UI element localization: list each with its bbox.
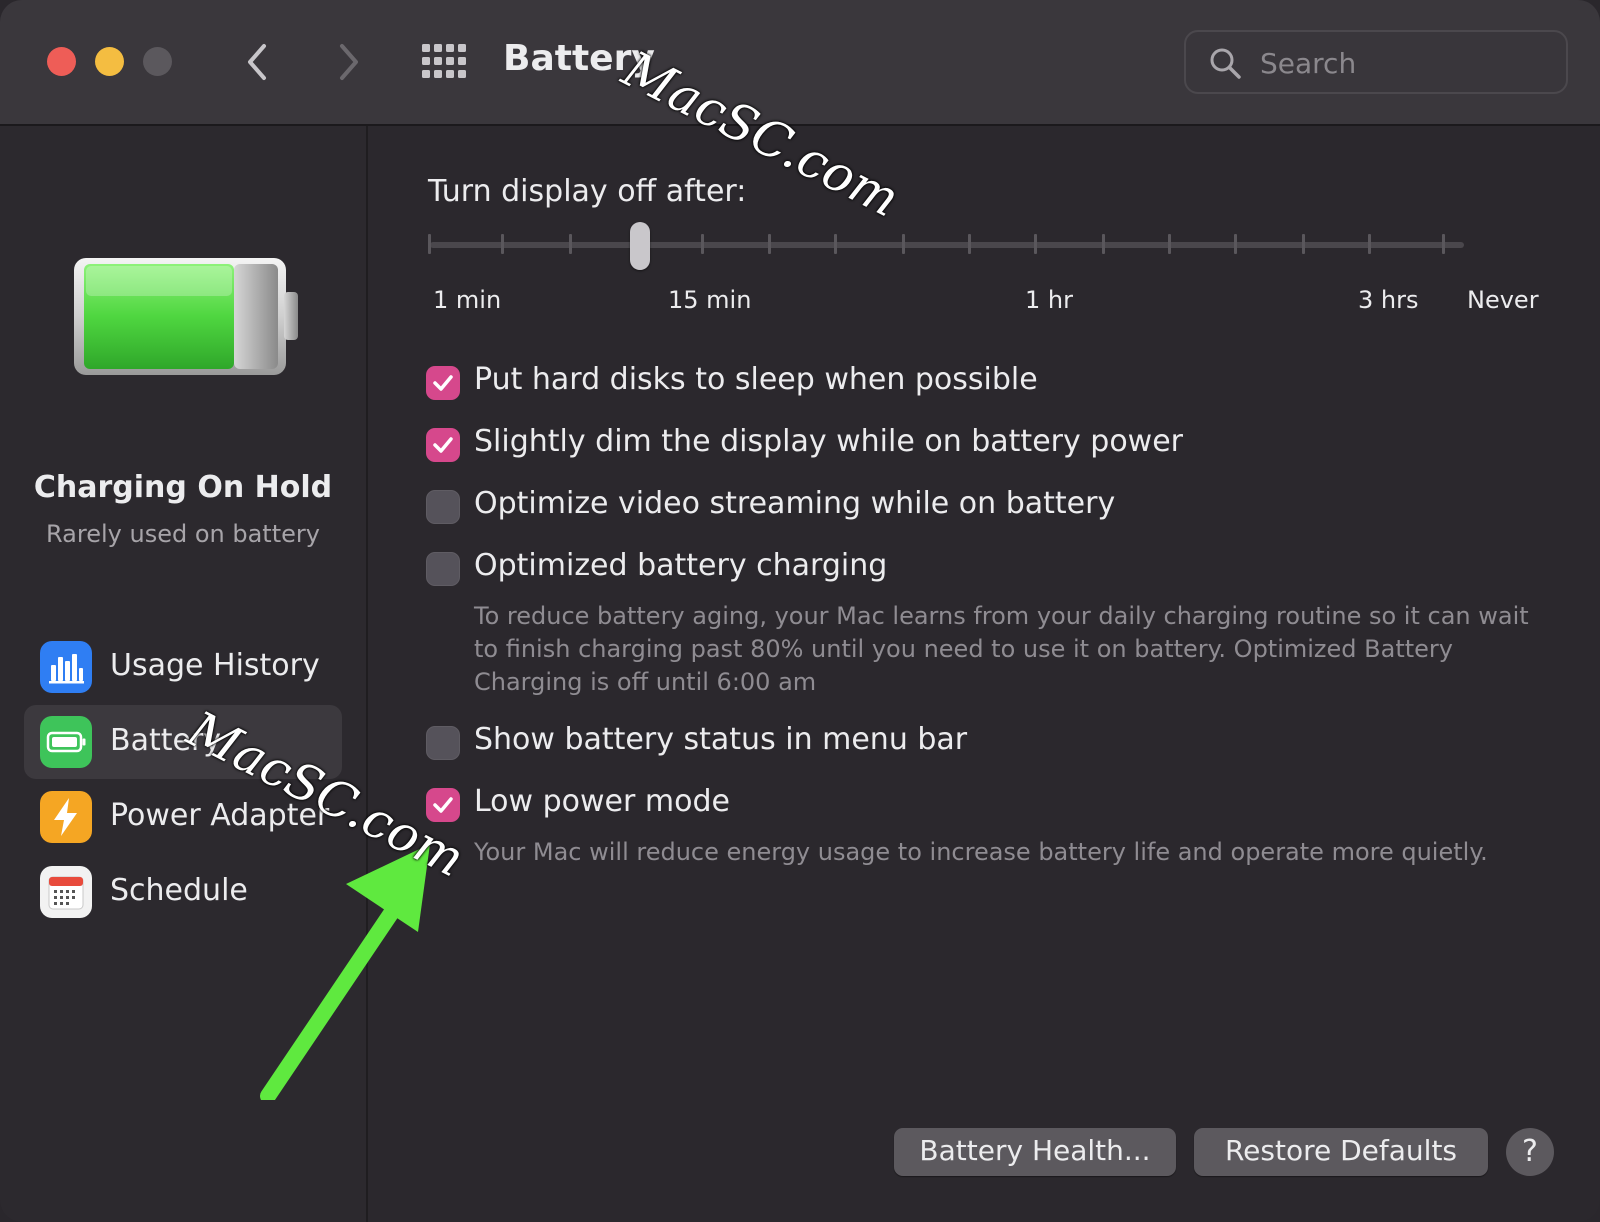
slider-tick [569, 234, 572, 254]
checkbox[interactable] [426, 726, 460, 760]
search-field[interactable] [1184, 30, 1568, 94]
chevron-left-icon [248, 44, 266, 80]
checkmark-icon [433, 797, 453, 813]
slider-tick-label: Never [1467, 286, 1539, 314]
slider-tick [768, 234, 771, 254]
zoom-window-button[interactable] [143, 47, 172, 76]
low-power-mode-description: Your Mac will reduce energy usage to inc… [474, 838, 1488, 866]
slider-tick-label: 1 min [433, 286, 502, 314]
forward-button[interactable] [328, 40, 368, 84]
slider-tick [902, 234, 905, 254]
slider-tick [1442, 234, 1445, 254]
battery-status-subtitle: Rarely used on battery [46, 520, 320, 548]
checkbox[interactable] [426, 552, 460, 586]
search-icon [1210, 48, 1241, 79]
option-label: Show battery status in menu bar [474, 722, 968, 757]
slider-tick [968, 234, 971, 254]
slider-tick-label: 15 min [668, 286, 752, 314]
chevron-right-icon [340, 44, 358, 80]
checkbox[interactable] [426, 428, 460, 462]
sidebar-item-label: Usage History [110, 648, 320, 683]
slider-tick [1234, 234, 1237, 254]
close-window-button[interactable] [47, 47, 76, 76]
search-input[interactable] [1258, 42, 1542, 84]
optimized-charging-description: To reduce battery aging, your Mac learns… [474, 602, 1529, 696]
battery-status-title: Charging On Hold [33, 470, 333, 505]
slider-knob[interactable] [630, 222, 650, 270]
slider-tick-label: 3 hrs [1358, 286, 1419, 314]
checkbox[interactable] [426, 490, 460, 524]
slider-tick-label: 1 hr [1025, 286, 1073, 314]
slider-tick [1368, 234, 1371, 254]
minimize-window-button[interactable] [95, 47, 124, 76]
slider-tick [834, 234, 837, 254]
checkmark-icon [433, 375, 453, 391]
lightning-icon [40, 791, 92, 843]
slider-tick [1034, 234, 1037, 254]
battery-icon [40, 716, 92, 768]
slider-tick [701, 234, 704, 254]
back-button[interactable] [238, 40, 278, 84]
slider-tick [428, 234, 431, 254]
option-label: Optimized battery charging [474, 548, 888, 583]
option-label: Put hard disks to sleep when possible [474, 362, 1038, 397]
option-label: Slightly dim the display while on batter… [474, 424, 1183, 459]
slider-tick [1302, 234, 1305, 254]
option-label: Low power mode [474, 784, 730, 819]
battery-settings-pane: Turn display off after: 1 min 15 min 1 h… [368, 126, 1600, 1222]
slider-tick [501, 234, 504, 254]
slider-track[interactable] [430, 242, 1464, 248]
checkmark-icon [433, 437, 453, 453]
sidebar-item-usage-history[interactable]: Usage History [24, 630, 342, 704]
preferences-window: Battery Search Charging On Hold Rarely u… [0, 0, 1600, 1222]
bar-chart-icon [40, 641, 92, 693]
help-button[interactable]: ? [1506, 1128, 1554, 1176]
slider-tick [1168, 234, 1171, 254]
option-label: Optimize video streaming while on batter… [474, 486, 1116, 521]
display-off-label: Turn display off after: [428, 174, 747, 209]
battery-health-button[interactable]: Battery Health... [894, 1128, 1176, 1176]
checkbox[interactable] [426, 366, 460, 400]
restore-defaults-button[interactable]: Restore Defaults [1194, 1128, 1488, 1176]
calendar-icon [40, 866, 92, 918]
show-all-grid-icon[interactable] [422, 44, 468, 80]
slider-tick [1102, 234, 1105, 254]
battery-status-icon [74, 258, 298, 375]
toolbar: Battery [0, 0, 1600, 126]
sidebar-item-label: Schedule [110, 873, 248, 908]
